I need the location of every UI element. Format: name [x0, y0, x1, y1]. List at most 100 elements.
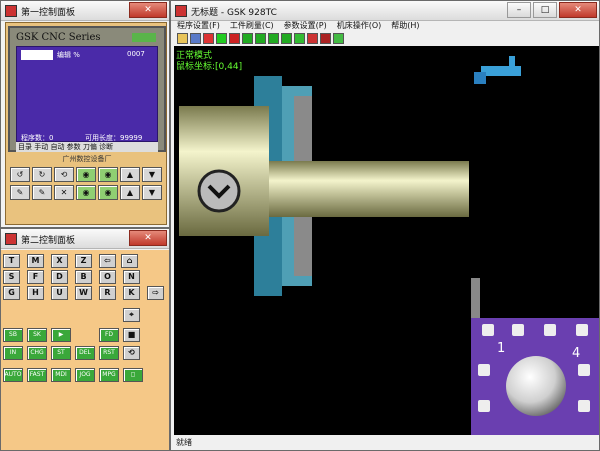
menu-help[interactable]: 帮助(H)	[391, 20, 419, 32]
menu-program-settings[interactable]: 程序设置(F)	[177, 20, 220, 32]
window-title: 第一控制面板	[21, 8, 76, 18]
first-control-panel-window: 第一控制面板 ✕ GSK CNC Series 程序目录 编辑 % 0007 程…	[0, 0, 170, 228]
change-key[interactable]: CHG	[27, 346, 47, 360]
rotate-key[interactable]: ⟲	[123, 346, 140, 360]
key-u[interactable]: U	[51, 286, 68, 300]
page-up-key[interactable]: ▲	[120, 167, 140, 182]
tool-post	[471, 278, 480, 318]
menu-parameters[interactable]: 参数设置(P)	[284, 20, 327, 32]
arrow-left-key[interactable]: ⇦	[99, 254, 116, 268]
edit-key[interactable]: ✎	[32, 185, 52, 200]
save-icon[interactable]	[190, 33, 201, 44]
edit-key[interactable]: ✎	[10, 185, 30, 200]
app-icon	[5, 233, 17, 245]
mouse-coordinates: 鼠标坐标:[0,44]	[176, 62, 243, 72]
key-o[interactable]: O	[99, 270, 116, 284]
simulation-canvas[interactable]: 正常模式 鼠标坐标:[0,44] 1 4	[174, 46, 599, 435]
arrow-key[interactable]: ▼	[142, 185, 162, 200]
menu-machine-ops[interactable]: 机床操作(O)	[337, 20, 382, 32]
gsk-logo	[132, 33, 156, 42]
auto-key[interactable]: AUTO	[3, 368, 23, 382]
cycle-key[interactable]: ⟲	[54, 167, 74, 182]
app-icon	[175, 5, 187, 17]
tool-icon[interactable]	[268, 33, 279, 44]
input-key[interactable]: IN	[3, 346, 23, 360]
key-x[interactable]: X	[51, 254, 68, 268]
key-z[interactable]: Z	[75, 254, 92, 268]
func-key[interactable]: ◉	[98, 167, 118, 182]
key-w[interactable]: W	[75, 286, 92, 300]
refresh-icon[interactable]	[333, 33, 344, 44]
key-f[interactable]: F	[27, 270, 44, 284]
window-title: 无标题 - GSK 928TC	[191, 8, 277, 18]
fast-key[interactable]: FAST	[27, 368, 47, 382]
single-block-key[interactable]: SB	[3, 328, 23, 342]
feed-key[interactable]: FD	[99, 328, 119, 342]
turret-label-4: 4	[572, 346, 581, 361]
open-icon[interactable]	[177, 33, 188, 44]
tool-icon[interactable]	[255, 33, 266, 44]
run-key[interactable]: ▶	[51, 328, 71, 342]
tool-icon[interactable]	[281, 33, 292, 44]
store-key[interactable]: ST	[51, 346, 71, 360]
toolbar	[177, 33, 344, 45]
key-k[interactable]: K	[123, 286, 140, 300]
window-title: 第二控制面板	[21, 236, 76, 246]
maker-label: 广州数控设备厂	[62, 155, 112, 163]
func-key[interactable]: ◉	[76, 185, 96, 200]
home-key[interactable]: ⌂	[121, 254, 138, 268]
delete-key[interactable]: ✕	[54, 185, 74, 200]
jog-key[interactable]: JOG	[75, 368, 95, 382]
close-button[interactable]: ✕	[559, 2, 597, 18]
cycle-key[interactable]: ↻	[32, 167, 52, 182]
cycle-key[interactable]: ↺	[10, 167, 30, 182]
delete-key[interactable]: DEL	[75, 346, 95, 360]
key-h[interactable]: H	[27, 286, 44, 300]
key-n[interactable]: N	[123, 270, 140, 284]
stop-icon[interactable]	[203, 33, 214, 44]
maximize-button[interactable]: □	[533, 2, 557, 18]
minimize-button[interactable]: –	[507, 2, 531, 18]
chevron-down-icon	[197, 169, 241, 213]
mdi-key[interactable]: MDI	[51, 368, 71, 382]
close-button[interactable]: ✕	[129, 230, 167, 246]
key-r[interactable]: R	[99, 286, 116, 300]
func-key[interactable]: ◉	[98, 185, 118, 200]
app-icon	[5, 5, 17, 17]
main-window: 无标题 - GSK 928TC – □ ✕ 程序设置(F) 工件刷量(C) 参数…	[170, 0, 600, 451]
arrow-key[interactable]: ▲	[120, 185, 140, 200]
key-d[interactable]: D	[51, 270, 68, 284]
key-grid: ↺ ↻ ⟲ ◉ ◉ ▲ ▼ ✎ ✎ ✕ ◉ ◉ ▲ ▼	[10, 167, 164, 200]
lathe-scene	[179, 56, 599, 435]
func-key[interactable]: ◉	[76, 167, 96, 182]
soft-keys-bar[interactable]: 目录 手动 自动 参数 刀偏 诊断	[16, 142, 158, 152]
tool-icon[interactable]	[242, 33, 253, 44]
menu-workpiece[interactable]: 工件刷量(C)	[230, 20, 274, 32]
skip-key[interactable]: SK	[27, 328, 47, 342]
coolant-tap-icon	[474, 56, 521, 84]
key-g[interactable]: G	[3, 286, 20, 300]
mpg-key[interactable]: MPG	[99, 368, 119, 382]
record-icon[interactable]	[307, 33, 318, 44]
title-bar: 第二控制面板 ✕	[1, 229, 169, 249]
clear-icon[interactable]	[320, 33, 331, 44]
stop-key[interactable]: ■	[123, 328, 140, 342]
key-t[interactable]: T	[3, 254, 20, 268]
pause-icon[interactable]	[229, 33, 240, 44]
status-bar: 就绪	[176, 438, 192, 447]
run-icon[interactable]	[216, 33, 227, 44]
ref-key[interactable]: ⌖	[123, 308, 140, 322]
close-button[interactable]: ✕	[129, 2, 167, 18]
page-down-key[interactable]: ▼	[142, 167, 162, 182]
key-m[interactable]: M	[27, 254, 44, 268]
key-b[interactable]: B	[75, 270, 92, 284]
screen-tab: 程序目录	[21, 50, 53, 60]
panel-body: T M X Z ⌂ S F D B O N G H U W R K ⇨ ⇦ ⌖ …	[1, 250, 169, 450]
reset-key[interactable]: RST	[99, 346, 119, 360]
workpiece-shaft	[269, 161, 469, 217]
cycle-key[interactable]: ◻	[123, 368, 143, 382]
panel-body: GSK CNC Series 程序目录 编辑 % 0007 程序数：0 可用长度…	[5, 22, 167, 225]
view-icon[interactable]	[294, 33, 305, 44]
key-s[interactable]: S	[3, 270, 20, 284]
arrow-right-key[interactable]: ⇨	[147, 286, 164, 300]
